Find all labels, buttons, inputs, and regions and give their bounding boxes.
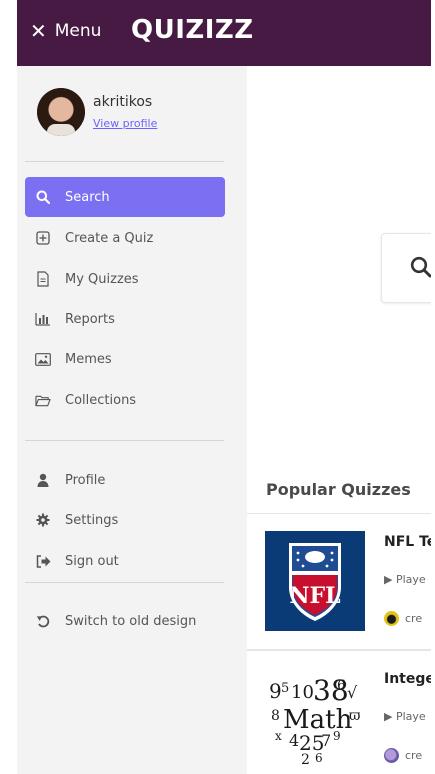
divider [25,582,224,583]
nav-sign-out[interactable]: Sign out [25,541,225,581]
app-root: ✕ Menu QUIZIZZ akritikos View profile Se… [0,0,435,774]
top-left-edge [0,0,17,66]
quiz-creator: cre [384,611,422,626]
svg-text:9: 9 [333,729,341,743]
left-edge-strip [0,66,17,774]
nfl-logo-thumbnail: NFL [265,531,365,631]
svg-text:4: 4 [289,731,299,750]
nav-create-quiz[interactable]: Create a Quiz [25,218,225,258]
popular-quizzes-heading: Popular Quizzes [266,480,411,499]
right-edge [431,0,435,774]
folder-icon [35,392,51,408]
menu-label: Menu [54,21,102,41]
svg-text:6: 6 [315,751,323,765]
creator-avatar [384,748,399,763]
nav-settings[interactable]: Settings [25,500,225,540]
close-menu-button[interactable]: ✕ Menu [30,19,101,43]
nav-profile[interactable]: Profile [25,460,225,500]
svg-text:NFL: NFL [289,583,340,609]
nav-memes[interactable]: Memes [25,339,225,379]
svg-text:5: 5 [281,681,289,696]
creator-avatar [384,611,399,626]
nav-search[interactable]: Search [25,177,225,217]
divider [25,440,224,441]
side-menu [17,66,247,774]
close-icon: ✕ [30,19,47,43]
gear-icon [35,512,51,528]
nav-reports[interactable]: Reports [25,299,225,339]
image-icon [35,351,51,367]
svg-text:x: x [275,729,282,743]
view-profile-link[interactable]: View profile [93,117,157,130]
avatar[interactable] [37,88,85,136]
divider [25,161,224,162]
svg-text:6: 6 [337,678,346,694]
username: akritikos [93,94,153,110]
search-icon [35,189,51,205]
svg-text:9: 9 [269,679,282,703]
user-icon [35,472,51,488]
quiz-card[interactable]: NFL NFL Te ▶ Playe cre [247,513,435,650]
plays-count: ▶ Playe [384,710,426,723]
svg-text:7: 7 [321,731,331,750]
quiz-card[interactable]: 9 5 10 38 6 √ 8 Math ϖ x 4 25 7 9 2 6 In… [247,650,435,774]
nav-switch-old-design[interactable]: Switch to old design [25,601,225,641]
math-heart-thumbnail: 9 5 10 38 6 √ 8 Math ϖ x 4 25 7 9 2 6 [265,668,365,768]
svg-text:ϖ: ϖ [349,708,361,724]
svg-text:2: 2 [301,752,310,768]
nav-my-quizzes[interactable]: My Quizzes [25,259,225,299]
undo-icon [35,613,51,629]
quiz-creator: cre [384,748,422,763]
quizizz-logo[interactable]: QUIZIZZ [131,15,254,45]
svg-text:√: √ [347,683,358,702]
plus-square-icon [35,230,51,246]
svg-text:10: 10 [291,682,314,703]
sign-out-icon [35,553,51,569]
search-icon [410,256,432,282]
bar-chart-icon [35,311,51,327]
plays-count: ▶ Playe [384,573,426,586]
svg-text:8: 8 [271,708,280,724]
search-box[interactable] [381,233,435,303]
top-bar: ✕ Menu QUIZIZZ [0,0,435,66]
document-icon [35,271,51,287]
quiz-title: Intege [384,671,435,687]
nav-collections[interactable]: Collections [25,380,225,420]
quiz-title: NFL Te [384,534,435,550]
